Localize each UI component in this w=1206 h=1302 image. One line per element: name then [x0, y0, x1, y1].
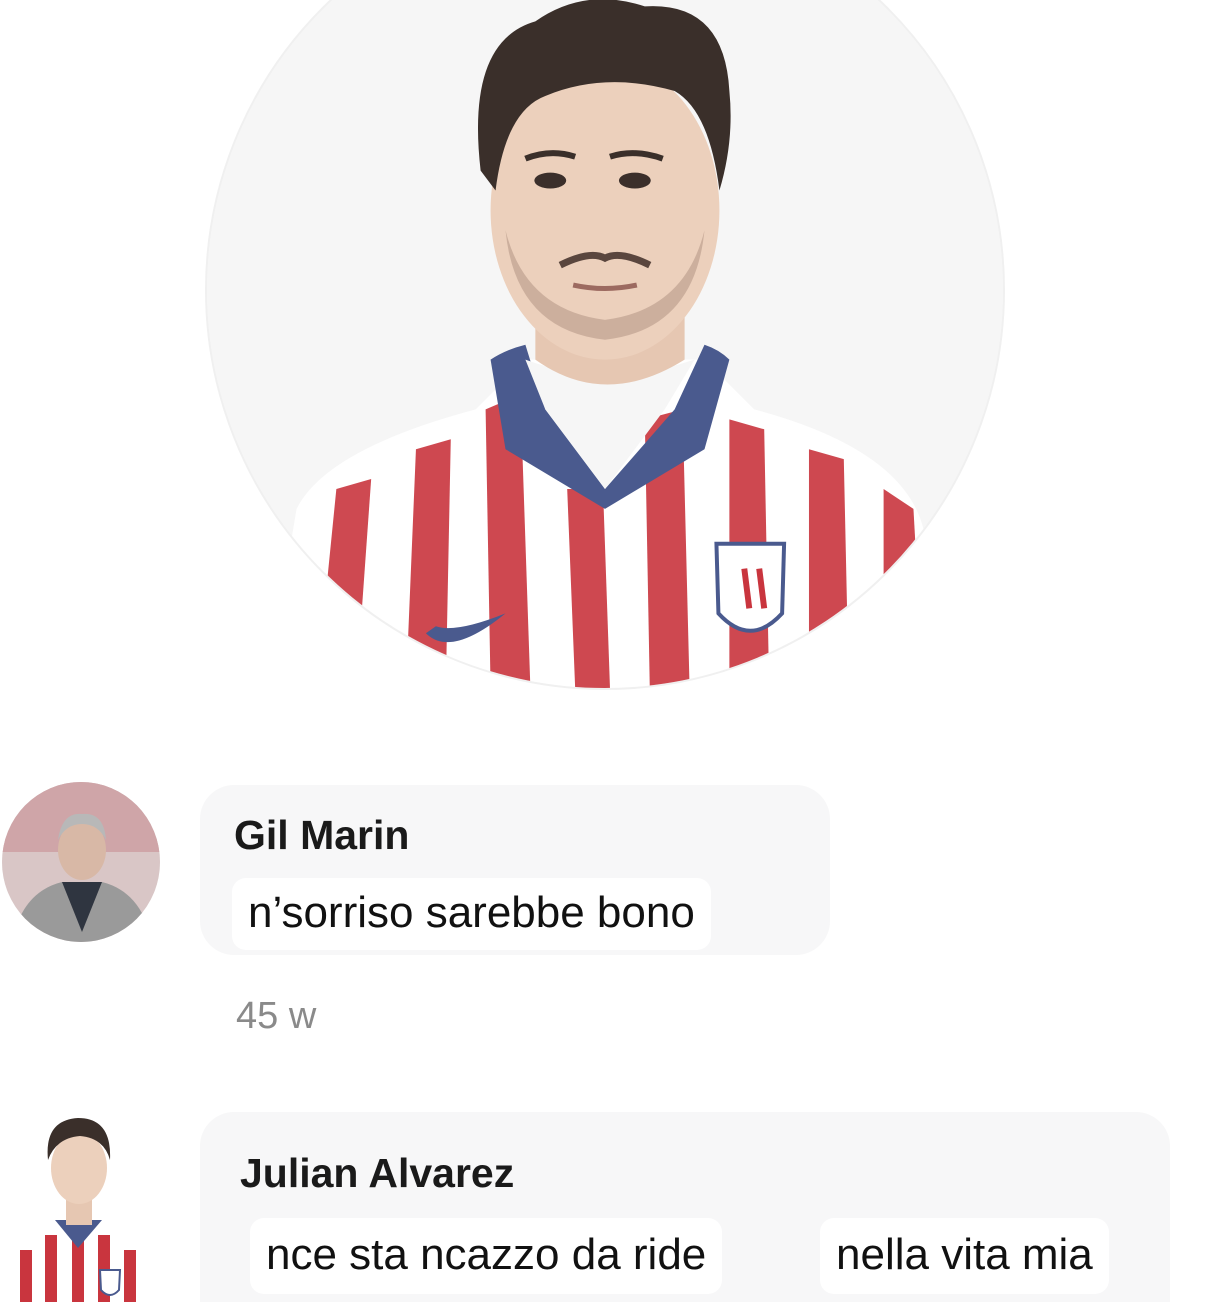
comment-text: n’sorriso sarebbe bono [232, 878, 711, 950]
comment-author[interactable]: Gil Marin [234, 812, 409, 859]
avatar-julian-alvarez[interactable] [0, 1090, 160, 1302]
avatar-gil-marin[interactable] [2, 782, 160, 942]
profile-photo [205, 0, 1005, 690]
comment-timestamp: 45 w [236, 995, 317, 1037]
comment-author[interactable]: Julian Alvarez [240, 1150, 514, 1197]
comment-text-part: nce sta ncazzo da ride [250, 1218, 723, 1294]
comment-text-part: nella vita mia [820, 1218, 1109, 1294]
